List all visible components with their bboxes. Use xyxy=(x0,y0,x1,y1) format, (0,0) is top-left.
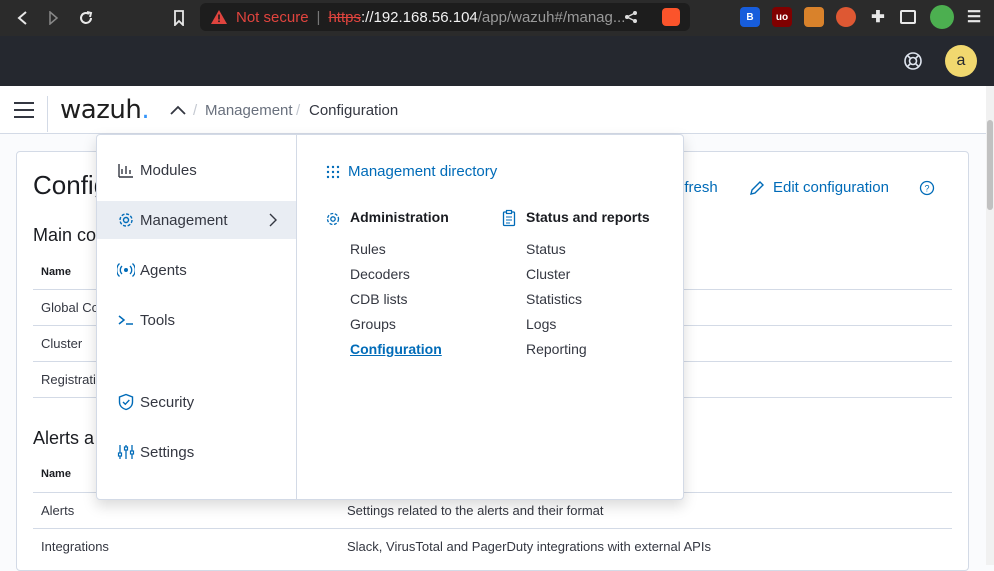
not-secure-label: Not secure xyxy=(236,8,309,26)
reload-icon xyxy=(80,11,93,24)
bookmark-button[interactable] xyxy=(165,0,193,36)
wazuh-logo[interactable]: wazuh. xyxy=(60,95,150,125)
section-alerts-title: Alerts a xyxy=(33,428,95,448)
menu-item-label: Management xyxy=(140,211,228,229)
table-row-name[interactable]: Alerts xyxy=(41,503,74,518)
breadcrumb-separator: / xyxy=(193,102,198,119)
hamburger-menu-icon[interactable] xyxy=(14,102,34,118)
scrollbar-thumb[interactable] xyxy=(987,120,993,210)
modules-icon xyxy=(118,164,133,178)
edit-configuration-button[interactable]: Edit configuration xyxy=(773,179,889,196)
gear-icon xyxy=(326,212,340,226)
help-lifebuoy-icon[interactable] xyxy=(902,50,924,72)
submenu-item-reporting[interactable]: Reporting xyxy=(526,341,587,357)
agents-icon xyxy=(117,263,135,277)
app-header xyxy=(0,36,994,86)
table-row-description: Slack, VirusTotal and PagerDuty integrat… xyxy=(347,539,711,554)
chevron-right-icon xyxy=(269,213,277,227)
menu-item-agents[interactable]: Agents xyxy=(97,251,296,289)
extension-icon-3[interactable] xyxy=(804,7,824,27)
administration-heading: Administration xyxy=(350,209,449,225)
submenu-item-cluster[interactable]: Cluster xyxy=(526,266,570,282)
status-reports-heading: Status and reports xyxy=(526,209,650,225)
table-row[interactable]: Cluster xyxy=(41,336,82,351)
submenu-item-statistics[interactable]: Statistics xyxy=(526,291,582,307)
table-row-description: Settings related to the alerts and their… xyxy=(347,503,604,518)
table-row[interactable]: Global Co xyxy=(41,300,99,315)
clipboard-icon xyxy=(502,209,516,227)
row-divider xyxy=(33,528,952,529)
brave-shield-icon[interactable] xyxy=(662,8,680,26)
shield-icon xyxy=(118,393,134,411)
management-directory-link[interactable]: Management directory xyxy=(348,163,497,180)
table-row[interactable]: Registrati xyxy=(41,372,96,387)
question-icon[interactable]: ? xyxy=(919,180,935,196)
menu-item-management[interactable]: Management xyxy=(97,201,296,239)
management-submenu: Management directory Administration Rule… xyxy=(298,135,684,499)
back-button[interactable] xyxy=(8,0,36,36)
chevron-up-icon[interactable] xyxy=(170,104,186,116)
bookmark-icon xyxy=(174,10,184,26)
menu-item-settings[interactable]: Settings xyxy=(97,433,296,471)
reload-button[interactable] xyxy=(72,0,100,36)
logo-text: wazuh xyxy=(60,95,142,125)
logo-dot: . xyxy=(141,95,150,125)
profile-icon[interactable] xyxy=(930,5,954,29)
menu-item-label: Modules xyxy=(140,161,197,179)
back-icon xyxy=(17,11,27,25)
submenu-item-groups[interactable]: Groups xyxy=(350,316,396,332)
column-header-name[interactable]: Name xyxy=(41,266,71,278)
divider xyxy=(47,96,48,132)
svg-text:?: ? xyxy=(924,184,929,194)
menu-item-modules[interactable]: Modules xyxy=(97,151,296,189)
breadcrumb-management[interactable]: Management xyxy=(205,102,293,119)
section-main-title: Main co xyxy=(33,225,97,245)
menu-item-label: Tools xyxy=(140,311,176,329)
column-header-name[interactable]: Name xyxy=(41,468,71,480)
menu-item-tools[interactable]: Tools xyxy=(97,301,296,339)
forward-icon xyxy=(49,11,59,25)
menu-item-label: Security xyxy=(140,393,195,411)
duckduckgo-icon[interactable] xyxy=(836,7,856,27)
warning-icon xyxy=(211,10,227,24)
share-icon[interactable] xyxy=(624,10,638,24)
url-separator: | xyxy=(316,8,321,26)
breadcrumb-separator: / xyxy=(296,102,301,119)
submenu-item-configuration[interactable]: Configuration xyxy=(350,341,442,357)
url-host: ://192.168.56.104 xyxy=(360,8,478,26)
ublock-icon[interactable]: uo xyxy=(772,7,792,27)
submenu-item-rules[interactable]: Rules xyxy=(350,241,386,257)
submenu-item-cdb-lists[interactable]: CDB lists xyxy=(350,291,408,307)
grid-dots-icon xyxy=(326,165,340,179)
table-row-name[interactable]: Integrations xyxy=(41,539,109,554)
browser-toolbar: Not secure | https://192.168.56.104/app/… xyxy=(0,0,994,36)
breadcrumb-configuration: Configuration xyxy=(309,102,399,119)
sidebar-icon[interactable] xyxy=(900,10,916,24)
pencil-icon[interactable] xyxy=(749,180,765,196)
submenu-item-status[interactable]: Status xyxy=(526,241,566,257)
wazuh-menu-popover: Modules Management Agents Tools Security… xyxy=(96,134,684,500)
url-path: /app/wazuh#/manag... xyxy=(477,8,626,26)
forward-button[interactable] xyxy=(40,0,68,36)
url-scheme: https xyxy=(328,8,361,26)
menu-item-security[interactable]: Security xyxy=(97,383,296,421)
address-bar[interactable]: Not secure | https://192.168.56.104/app/… xyxy=(200,3,690,31)
bitwarden-icon[interactable]: B xyxy=(740,7,760,27)
sliders-icon xyxy=(117,445,135,459)
menu-sections: Modules Management Agents Tools Security… xyxy=(97,135,297,499)
avatar[interactable]: a xyxy=(945,45,977,77)
puzzle-icon[interactable]: ✚ xyxy=(868,7,888,27)
submenu-item-logs[interactable]: Logs xyxy=(526,316,556,332)
menu-icon[interactable]: ☰ xyxy=(964,7,984,27)
submenu-item-decoders[interactable]: Decoders xyxy=(350,266,410,282)
menu-item-label: Agents xyxy=(140,261,187,279)
breadcrumb-bar: wazuh. / Management / Configuration xyxy=(0,86,994,134)
gear-icon xyxy=(119,213,133,227)
terminal-icon xyxy=(118,315,133,325)
menu-item-label: Settings xyxy=(140,443,195,461)
